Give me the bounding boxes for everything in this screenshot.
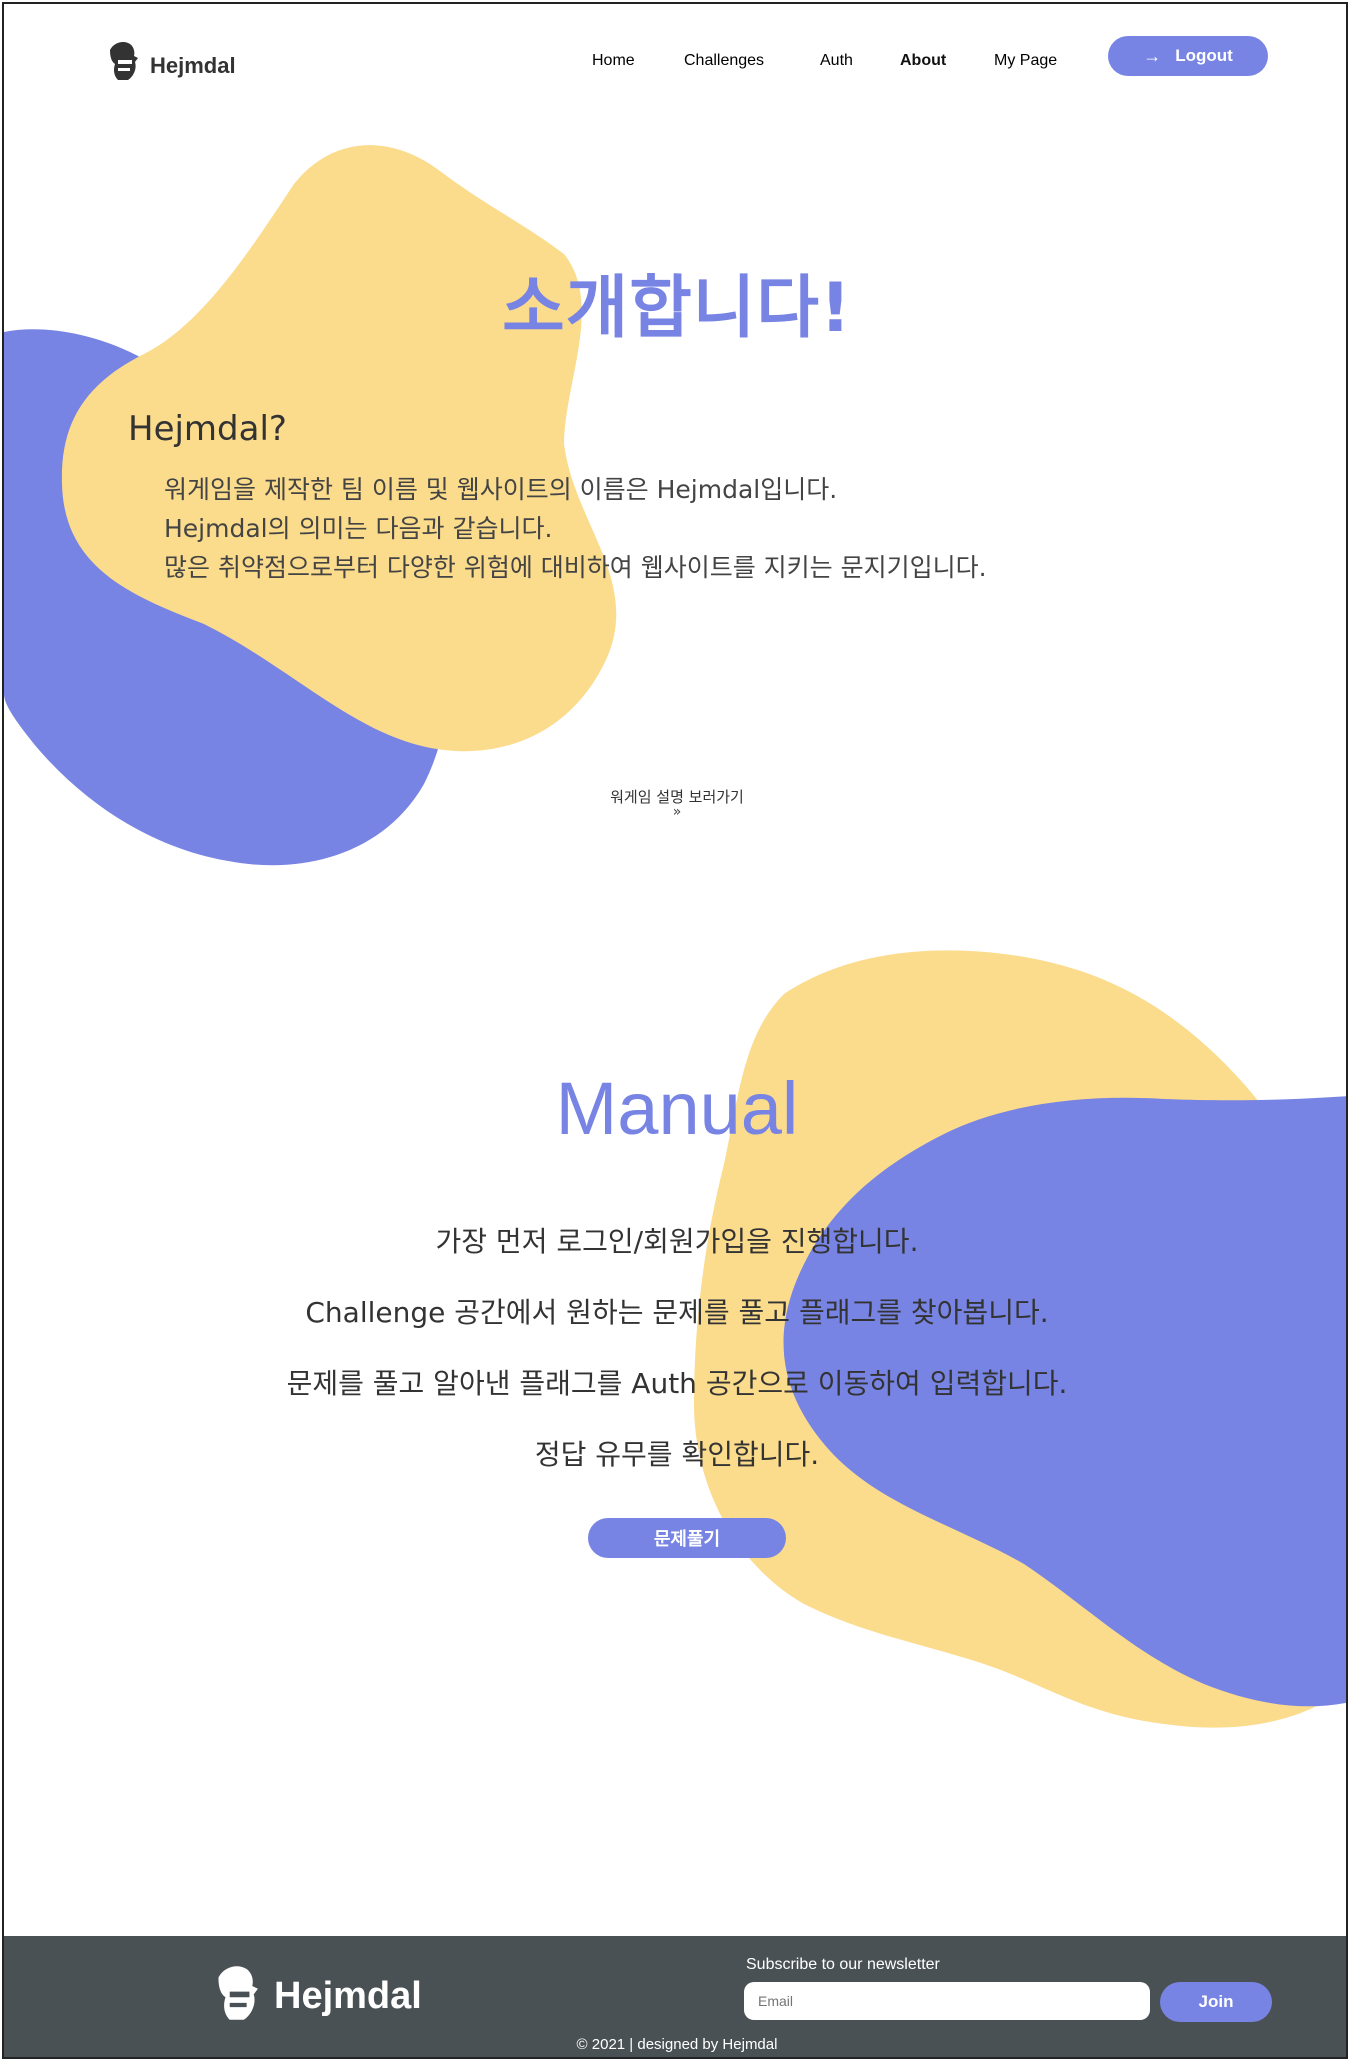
intro-description: 워게임을 제작한 팀 이름 및 웹사이트의 이름은 Hejmdal입니다. He… — [164, 470, 987, 587]
nav-home[interactable]: Home — [592, 52, 635, 70]
header-logo[interactable]: Hejmdal — [104, 38, 236, 84]
manual-step: Challenge 공간에서 원하는 문제를 풀고 플래그를 찾아봅니다. — [305, 1296, 1049, 1329]
newsletter-label: Subscribe to our newsletter — [746, 1956, 940, 1973]
knight-helmet-icon — [218, 1966, 258, 2020]
footer-logo-text: Hejmdal — [274, 1974, 422, 2017]
footer: Hejmdal Subscribe to our newsletter Join… — [4, 1936, 1346, 2057]
email-input[interactable] — [744, 1982, 1150, 2020]
logout-button[interactable]: → Logout — [1108, 36, 1268, 76]
nav-about[interactable]: About — [900, 52, 946, 70]
nav-auth[interactable]: Auth — [820, 52, 853, 70]
intro-title: 소개합니다! — [502, 269, 852, 348]
page-frame: Hejmdal Home Challenges Auth About My Pa… — [2, 2, 1348, 2059]
arrow-right-icon: → — [1143, 45, 1162, 66]
intro-line: 많은 취약점으로부터 다양한 위험에 대비하여 웹사이트를 지키는 문지기입니다… — [164, 553, 987, 582]
manual-step: 가장 먼저 로그인/회원가입을 진행합니다. — [435, 1225, 919, 1258]
manual-step: 정답 유무를 확인합니다. — [534, 1438, 820, 1471]
logo-text: Hejmdal — [150, 53, 236, 78]
solve-problems-button[interactable]: 문제풀기 — [588, 1518, 786, 1558]
nav-challenges[interactable]: Challenges — [684, 52, 764, 70]
join-button[interactable]: Join — [1160, 1982, 1272, 2022]
intro-line: Hejmdal의 의미는 다음과 같습니다. — [164, 514, 553, 543]
copyright-text: © 2021 | designed by Hejmdal — [576, 2036, 778, 2053]
logout-label: Logout — [1175, 46, 1233, 65]
nav-my-page[interactable]: My Page — [994, 52, 1057, 70]
manual-title: Manual — [555, 1067, 799, 1150]
manual-step: 문제를 풀고 알아낸 플래그를 Auth 공간으로 이동하여 입력합니다. — [286, 1367, 1068, 1400]
manual-steps: 가장 먼저 로그인/회원가입을 진행합니다. Challenge 공간에서 원하… — [4, 1206, 1346, 1490]
footer-logo[interactable]: Hejmdal — [210, 1960, 422, 2026]
knight-helmet-icon — [110, 42, 138, 80]
intro-heading: Hejmdal? — [128, 409, 287, 449]
double-chevron-down-icon[interactable]: » — [4, 804, 1346, 820]
intro-line: 워게임을 제작한 팀 이름 및 웹사이트의 이름은 Hejmdal입니다. — [164, 475, 838, 504]
